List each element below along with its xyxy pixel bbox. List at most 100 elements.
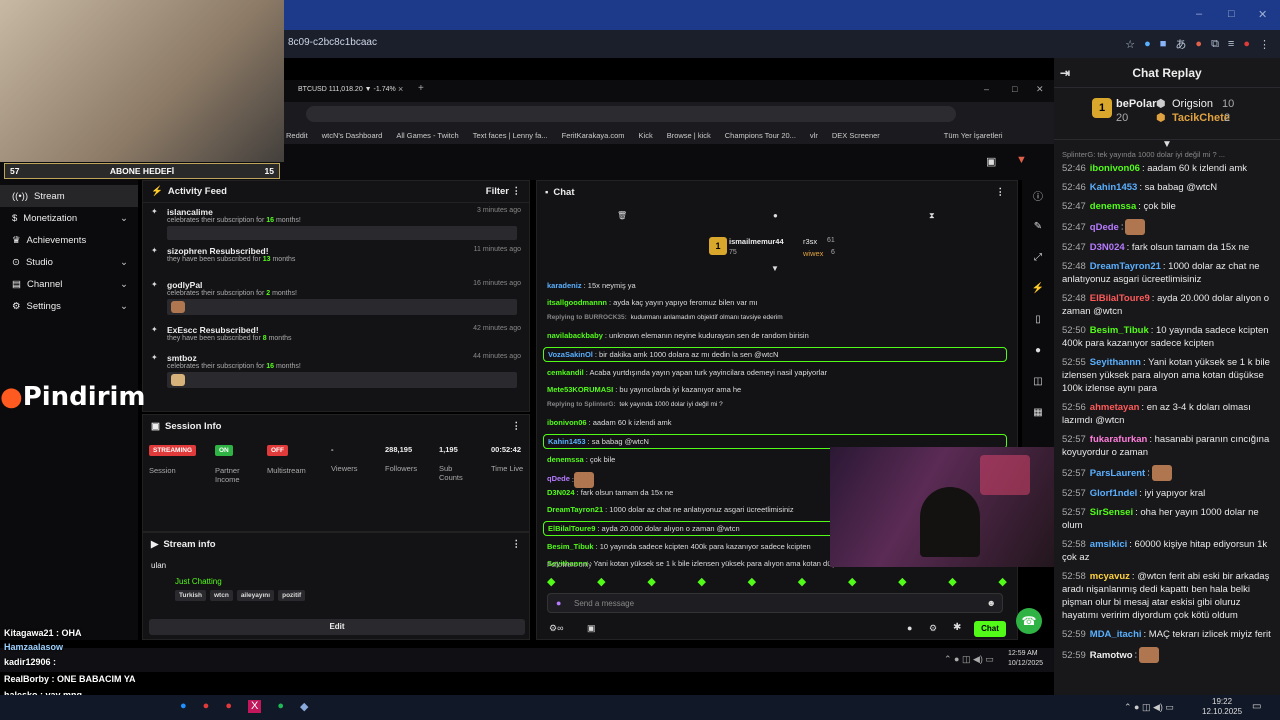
sidebar-item-monetization[interactable]: $ Monetization ⌄	[0, 207, 138, 229]
emote-icon[interactable]: ◆	[748, 575, 756, 588]
close-app-icon[interactable]: X	[247, 700, 262, 713]
chat-username[interactable]: VozaSakinOl	[548, 350, 593, 359]
extension-icon[interactable]: ●	[1144, 38, 1151, 50]
new-tab-icon[interactable]: +	[418, 83, 424, 94]
replay-username[interactable]: ahmetayan	[1090, 402, 1140, 413]
bookmark-item[interactable]: Champions Tour 20...	[725, 131, 796, 140]
emote-icon[interactable]: ◆	[798, 575, 806, 588]
chat-message[interactable]: cemkandil: Acaba yurtdışında yayın yapan…	[547, 368, 827, 377]
profile-avatar[interactable]: ●	[1243, 38, 1250, 50]
replay-username[interactable]: ibonivon06	[1090, 163, 1140, 174]
replay-username[interactable]: ParsLaurent	[1090, 468, 1145, 479]
replay-message[interactable]: 52:48 DreamTayron21: 1000 dolar az chat n…	[1062, 260, 1272, 286]
replay-message[interactable]: 52:57 ParsLaurent:	[1062, 465, 1272, 481]
split-icon[interactable]: ◫	[1022, 366, 1054, 397]
emote-icon[interactable]: ◆	[597, 575, 605, 588]
replay-message[interactable]: 52:56 ahmetayan: en az 3-4 k doları olmas…	[1062, 401, 1272, 427]
replay-username[interactable]: Glorf1ndel	[1090, 488, 1138, 499]
tag[interactable]: pozitif	[278, 590, 306, 601]
chrome-icon[interactable]: ●	[225, 700, 232, 713]
replay-message[interactable]: 52:59 MDA_itachi: MAÇ tekrarı izlicek miy…	[1062, 628, 1272, 641]
emote-icon[interactable]: ◆	[697, 575, 705, 588]
chat-username[interactable]: DreamTayron21	[547, 505, 603, 514]
replay-message[interactable]: 52:50 Besim_Tibuk: 10 yayında sadece kcip…	[1062, 324, 1272, 350]
app-icon[interactable]: ◆	[300, 700, 308, 713]
replay-message[interactable]: 52:55 Seyithannn: Yani kotan yüksek se 1 …	[1062, 356, 1272, 395]
tag[interactable]: wtcn	[210, 590, 233, 601]
outer-address-bar[interactable]	[284, 30, 1054, 58]
replay-username[interactable]: Seyithannn	[1090, 357, 1141, 368]
sidebar-item-channel[interactable]: ▤ Channel ⌄	[0, 273, 138, 295]
notification-icon[interactable]: ▭	[1252, 701, 1261, 712]
chat-username[interactable]: ElBilalToure9	[548, 524, 595, 533]
emote-icon[interactable]: ◆	[898, 575, 906, 588]
replay-username[interactable]: MDA_itachi	[1090, 629, 1142, 640]
tray-icons[interactable]: ⌃ ● ◫ ◀) ▭	[944, 654, 994, 665]
message-input[interactable]: ● Send a message ☻	[547, 593, 1003, 613]
chrome-icon[interactable]: ●	[203, 700, 210, 713]
close-button[interactable]: ✕	[1258, 8, 1267, 21]
bookmark-item[interactable]: Text faces | Lenny fa...	[473, 131, 548, 140]
replay-message[interactable]: 52:57 SirSensei: oha her yayın 1000 dolar…	[1062, 506, 1272, 532]
replay-message[interactable]: 52:57 fukarafurkan: hasanabi paranın cınc…	[1062, 433, 1272, 459]
pin-icon[interactable]: ▼	[1054, 140, 1280, 150]
replay-username[interactable]: fukarafurkan	[1090, 434, 1148, 445]
chat-username[interactable]: Kahin1453	[548, 437, 586, 446]
chat-username[interactable]: Mete53KORUMASI	[547, 385, 613, 394]
kebab-menu-icon[interactable]: ⋮	[512, 186, 522, 197]
bookmark-item[interactable]: All Games - Twitch	[396, 131, 458, 140]
sidebar-item-studio[interactable]: ⊙ Studio ⌄	[0, 251, 138, 273]
replay-message[interactable]: 52:58 amsikici: 60000 kişiye hitap ediyor…	[1062, 538, 1272, 564]
translate-icon[interactable]: あ	[1175, 36, 1186, 52]
replay-message[interactable]: 52:59 Ramotwo:	[1062, 647, 1272, 663]
replay-username[interactable]: Ramotwo	[1090, 650, 1133, 661]
chat-username[interactable]: qDede	[547, 474, 570, 483]
chat-message[interactable]: itsallgoodmannn: ayda kaç yayın yapıyo f…	[547, 298, 757, 307]
replay-message[interactable]: 52:58 mcyavuz: @wtcn ferit abi eski bir a…	[1062, 570, 1272, 622]
settings-icon[interactable]: ⚙∞	[549, 623, 563, 634]
replay-message[interactable]: 52:46 Kahin1453: sa babag @wtcN	[1062, 181, 1272, 194]
replay-message[interactable]: 52:47 denemssa: çok bile	[1062, 200, 1272, 213]
kick-icon[interactable]: ✱	[953, 622, 961, 633]
kick-support-icon[interactable]: ☎	[1016, 608, 1042, 634]
reading-list-icon[interactable]: ≡	[1228, 38, 1234, 50]
chat-message[interactable]: Mete53KORUMASI: bu yayıncılarda iyi kaza…	[547, 385, 741, 394]
kebab-menu-icon[interactable]: ⋮	[1259, 38, 1270, 51]
emote-icon[interactable]: ◆	[848, 575, 856, 588]
kebab-menu-icon[interactable]: ⋮	[996, 187, 1006, 198]
replay-username[interactable]: SirSensei	[1090, 507, 1133, 518]
chat-username[interactable]: D3N024	[547, 488, 575, 497]
chat-bubble-icon[interactable]: ●	[907, 623, 912, 633]
maximize-button[interactable]: □	[1228, 8, 1235, 20]
chat-message[interactable]: D3N024: fark olsun tamam da 15x ne	[547, 488, 673, 497]
bookmark-item[interactable]: FeritKarakaya.com	[562, 131, 625, 140]
chat-message[interactable]: navilabackbaby: unknown elemanın neyine …	[547, 331, 809, 340]
chat-message[interactable]: VozaSakinOl: bir dakika amk 1000 dolara …	[543, 347, 1007, 362]
replay-username[interactable]: Kahin1453	[1090, 182, 1138, 193]
replay-username[interactable]: mcyavuz	[1090, 571, 1130, 582]
puzzle-icon[interactable]: ⧉	[1211, 38, 1219, 51]
gift-icon[interactable]: ▣	[587, 623, 596, 634]
kebab-menu-icon[interactable]: ⋮	[512, 539, 522, 550]
replay-username[interactable]: D3N024	[1090, 242, 1125, 253]
chat-username[interactable]: Besim_Tibuk	[547, 542, 594, 551]
trash-icon[interactable]: ▯	[1022, 304, 1054, 335]
reply-context[interactable]: Replying to SplinterG: tek yayında 1000 …	[547, 401, 723, 408]
chat-username[interactable]: Replying to BURROCK35:	[547, 314, 627, 321]
replay-username[interactable]: denemssa	[1090, 201, 1136, 212]
chat-username[interactable]: cemkandil	[547, 368, 584, 377]
inner-address-field[interactable]	[306, 106, 956, 122]
expand-icon[interactable]: ⤢	[1022, 242, 1054, 273]
inner-maximize-icon[interactable]: □	[1012, 84, 1017, 94]
sidebar-item-settings[interactable]: ⚙ Settings ⌄	[0, 295, 138, 317]
app-icon[interactable]: ●	[180, 700, 187, 713]
chat-message[interactable]: Besim_Tibuk: 10 yayında sadece kcipten 4…	[547, 542, 811, 551]
replay-message[interactable]: 52:47 D3N024: fark olsun tamam da 15x ne	[1062, 241, 1272, 254]
bookmark-star-icon[interactable]: ☆	[1125, 38, 1135, 51]
gear-icon[interactable]: ⚙	[929, 623, 937, 634]
chat-send-button[interactable]: Chat	[974, 621, 1006, 637]
trash-icon[interactable]: 🗑	[617, 211, 627, 220]
bookmark-item[interactable]: Reddit	[286, 131, 308, 140]
user-avatar[interactable]: ▼	[1016, 154, 1027, 166]
tab-btc[interactable]: BTCUSD 111,018.20 ▼ -1.74%	[298, 86, 396, 93]
